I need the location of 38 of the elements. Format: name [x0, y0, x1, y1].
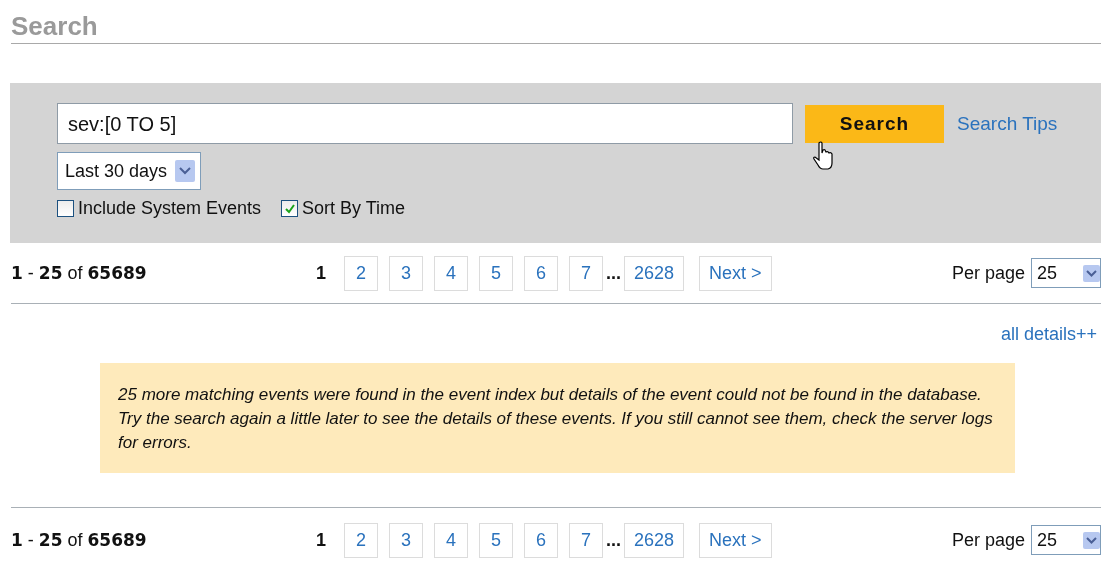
result-range: 1 - 25 of 65689: [11, 529, 148, 551]
page-link[interactable]: 2628: [624, 522, 685, 558]
current-page: 1: [315, 262, 327, 284]
page-link[interactable]: 7: [569, 255, 603, 291]
all-details-link[interactable]: all details++: [1000, 324, 1097, 344]
page-title: Search: [11, 10, 99, 42]
checkbox[interactable]: [281, 200, 299, 217]
current-page: 1: [315, 529, 327, 551]
page-link[interactable]: 2: [344, 255, 378, 291]
checkbox[interactable]: [57, 200, 74, 217]
per-page-select[interactable]: 25: [1031, 525, 1101, 555]
page-link[interactable]: 2: [344, 522, 378, 558]
page-link[interactable]: 3: [389, 255, 423, 291]
checkbox-label: Sort By Time: [302, 198, 406, 219]
per-page-label: Per page: [951, 529, 1025, 551]
page-link[interactable]: 6: [524, 255, 558, 291]
date-range-select[interactable]: Last 30 days: [57, 152, 202, 190]
ellipsis: ...: [606, 262, 621, 284]
per-page-label: Per page: [951, 262, 1025, 284]
page-link[interactable]: 6: [524, 522, 558, 558]
next-link[interactable]: Next >: [699, 522, 772, 558]
page-link[interactable]: 5: [479, 255, 513, 291]
page-link[interactable]: 5: [479, 522, 513, 558]
checkbox-label: Include System Events: [78, 198, 262, 219]
page-link[interactable]: 7: [569, 522, 603, 558]
page-link[interactable]: 2628: [624, 255, 685, 291]
hand-cursor-icon: [812, 141, 836, 171]
result-range: 1 - 25 of 65689: [11, 262, 148, 284]
page-link[interactable]: 4: [434, 522, 468, 558]
search-tips-link[interactable]: Search Tips: [957, 112, 1058, 135]
warning-notice: 25 more matching events were found in the event index but details of the event could not be found in the database. Try the search again a little later to see the details of these events. If you still cannot see them, check the server logs for errors.: [100, 363, 1015, 473]
per-page-select[interactable]: 25: [1031, 258, 1101, 288]
page-link[interactable]: 3: [389, 522, 423, 558]
search-field[interactable]: sev:[0 TO 5]: [57, 103, 793, 144]
search-button[interactable]: Search: [805, 104, 944, 143]
ellipsis: ...: [606, 529, 621, 551]
next-link[interactable]: Next >: [699, 255, 772, 291]
page-link[interactable]: 4: [434, 255, 468, 291]
